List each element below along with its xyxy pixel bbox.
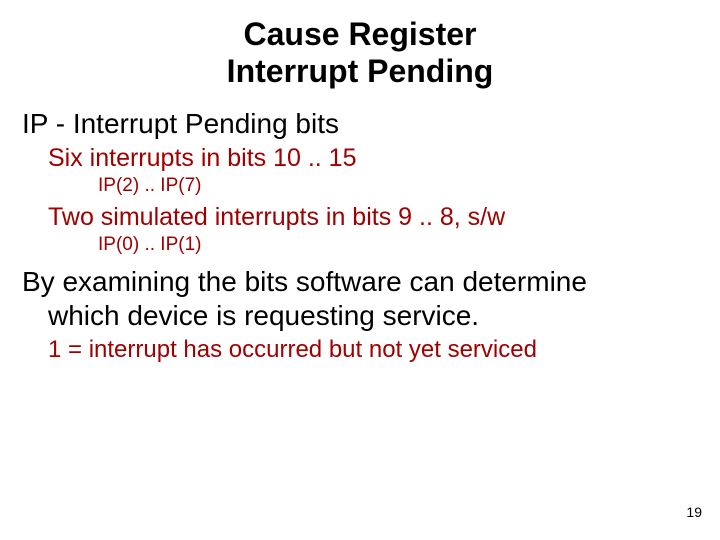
slide: Cause Register Interrupt Pending IP - In…: [0, 0, 720, 540]
paragraph-examining-line1: By examining the bits software can deter…: [22, 266, 698, 298]
bullet-six-interrupts: Six interrupts in bits 10 .. 15: [48, 144, 698, 173]
paragraph-examining-line2: which device is requesting service.: [48, 300, 698, 332]
title-line-2: Interrupt Pending: [0, 53, 720, 90]
note-interrupt-occurred: 1 = interrupt has occurred but not yet s…: [48, 336, 698, 364]
page-number: 19: [686, 504, 702, 520]
heading-ip: IP - Interrupt Pending bits: [22, 108, 698, 140]
subbullet-ip0-ip1: IP(0) .. IP(1): [98, 234, 698, 256]
subbullet-ip2-ip7: IP(2) .. IP(7): [98, 175, 698, 197]
title-line-1: Cause Register: [0, 16, 720, 53]
slide-content: IP - Interrupt Pending bits Six interrup…: [0, 108, 720, 364]
bullet-two-simulated: Two simulated interrupts in bits 9 .. 8,…: [48, 203, 698, 232]
slide-title: Cause Register Interrupt Pending: [0, 0, 720, 102]
